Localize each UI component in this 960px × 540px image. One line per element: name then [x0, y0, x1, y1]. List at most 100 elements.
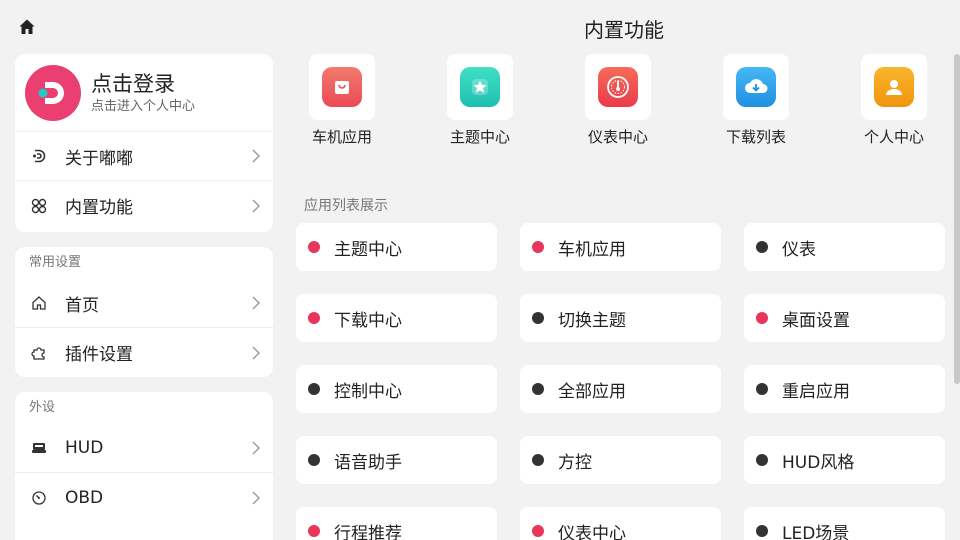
app-list-item-label: 行程推荐 — [334, 523, 402, 540]
clover-icon — [29, 196, 49, 216]
home-icon — [19, 19, 35, 34]
app-list-item-label: 主题中心 — [334, 239, 402, 260]
app-list-item-label: 下载中心 — [334, 310, 402, 331]
person-icon — [874, 67, 914, 107]
feature-car-apps[interactable]: 车机应用 — [292, 54, 392, 147]
app-list-item[interactable]: 桌面设置 — [744, 294, 945, 342]
feature-label: 主题中心 — [449, 128, 510, 146]
app-list-item-label: 重启应用 — [782, 381, 850, 402]
app-list-item[interactable]: 重启应用 — [744, 365, 945, 413]
feature-personal-center[interactable]: 个人中心 — [844, 54, 944, 147]
status-dot — [756, 525, 768, 537]
peripherals-card: 外设 HUD OBD — [15, 392, 273, 540]
avatar — [25, 64, 81, 121]
star-icon — [460, 67, 500, 107]
puzzle-icon — [29, 343, 49, 363]
app-list-item[interactable]: HUD风格 — [744, 436, 945, 484]
feature-label: 个人中心 — [863, 128, 924, 146]
feature-label: 仪表中心 — [587, 128, 648, 146]
app-list-item-label: 桌面设置 — [782, 310, 850, 331]
status-dot — [532, 241, 544, 253]
chevron-right-icon — [252, 149, 260, 163]
app-list-item[interactable]: 仪表 — [744, 223, 945, 271]
hud-icon — [29, 438, 49, 458]
status-dot — [532, 525, 544, 537]
status-dot — [532, 454, 544, 466]
menu-item-plugins[interactable]: 插件设置 — [15, 328, 273, 377]
page-title: 内置功能 — [584, 18, 664, 42]
menu-item-label: HUD — [65, 438, 104, 458]
menu-item-label: 内置功能 — [65, 198, 133, 218]
feature-download-list[interactable]: 下载列表 — [706, 54, 806, 147]
status-dot — [308, 454, 320, 466]
menu-item-label: OBD — [65, 487, 104, 508]
app-list-item[interactable]: 全部应用 — [520, 365, 721, 413]
cloud-download-icon — [736, 67, 776, 107]
app-list-item-label: 仪表中心 — [558, 523, 626, 540]
app-list-item-label: LED场景 — [782, 523, 850, 540]
app-list-title: 应用列表展示 — [304, 198, 388, 214]
chevron-right-icon — [252, 346, 260, 359]
feature-tile — [585, 54, 651, 120]
app-list-item-label: 控制中心 — [334, 381, 402, 402]
status-dot — [532, 312, 544, 324]
chevron-right-icon — [252, 441, 260, 455]
login-subtitle: 点击进入个人中心 — [91, 98, 196, 114]
gauge-icon — [29, 488, 49, 508]
status-dot — [308, 383, 320, 395]
menu-item-about[interactable]: 关于嘟嘟 — [15, 132, 273, 181]
menu-item-home[interactable]: 首页 — [15, 279, 273, 328]
app-list-item[interactable]: 仪表中心 — [520, 507, 721, 540]
chevron-right-icon — [252, 491, 260, 504]
app-list-item[interactable]: 下载中心 — [296, 294, 497, 342]
feature-tile — [861, 54, 927, 120]
feature-tile — [309, 54, 375, 120]
home-button[interactable] — [16, 16, 38, 38]
app-list-item[interactable]: LED场景 — [744, 507, 945, 540]
app-list-item[interactable]: 控制中心 — [296, 365, 497, 413]
app-list-item-label: 车机应用 — [558, 239, 626, 260]
status-dot — [756, 454, 768, 466]
menu-item-label: 关于嘟嘟 — [65, 148, 133, 169]
app-list-item[interactable]: 车机应用 — [520, 223, 721, 271]
app-list-item[interactable]: 行程推荐 — [296, 507, 497, 540]
dudu-outline-icon — [29, 146, 49, 166]
speedometer-icon — [598, 67, 638, 107]
feature-theme-center[interactable]: 主题中心 — [430, 54, 530, 147]
app-list-item-label: HUD风格 — [782, 452, 855, 473]
app-list-item[interactable]: 语音助手 — [296, 436, 497, 484]
menu-item-builtin[interactable]: 内置功能 — [15, 181, 273, 230]
menu-item-label: 首页 — [65, 295, 99, 316]
feature-label: 下载列表 — [725, 128, 786, 146]
login-entry[interactable]: 点击登录 点击进入个人中心 — [15, 54, 273, 132]
app-list-item[interactable]: 主题中心 — [296, 223, 497, 271]
feature-grid: 车机应用 主题中心 仪表中心 下载列表 个人中心 — [296, 54, 946, 154]
chevron-right-icon — [252, 199, 260, 212]
status-dot — [756, 383, 768, 395]
app-list-item-label: 切换主题 — [558, 310, 626, 331]
app-list-item[interactable]: 方控 — [520, 436, 721, 484]
menu-item-hud[interactable]: HUD — [15, 424, 273, 473]
status-dot — [756, 241, 768, 253]
menu-item-obd[interactable]: OBD — [15, 473, 273, 522]
scrollbar[interactable] — [954, 54, 960, 384]
common-settings-card: 常用设置 首页 插件设置 — [15, 247, 273, 377]
feature-tile — [723, 54, 789, 120]
status-dot — [308, 241, 320, 253]
feature-label: 车机应用 — [311, 128, 372, 146]
status-dot — [308, 525, 320, 537]
status-dot — [308, 312, 320, 324]
menu-item-label: 插件设置 — [65, 345, 133, 365]
login-title: 点击登录 — [91, 71, 175, 96]
chevron-right-icon — [252, 296, 260, 310]
feature-tile — [447, 54, 513, 120]
app-list-item-label: 全部应用 — [558, 381, 626, 402]
dudu-logo-icon — [38, 81, 64, 104]
app-list-item[interactable]: 切换主题 — [520, 294, 721, 342]
status-dot — [756, 312, 768, 324]
feature-dashboard-center[interactable]: 仪表中心 — [568, 54, 668, 147]
bag-icon — [322, 67, 362, 107]
app-list-item-label: 仪表 — [782, 239, 816, 260]
app-list-item-label: 语音助手 — [334, 452, 402, 473]
section-title: 外设 — [29, 400, 56, 415]
